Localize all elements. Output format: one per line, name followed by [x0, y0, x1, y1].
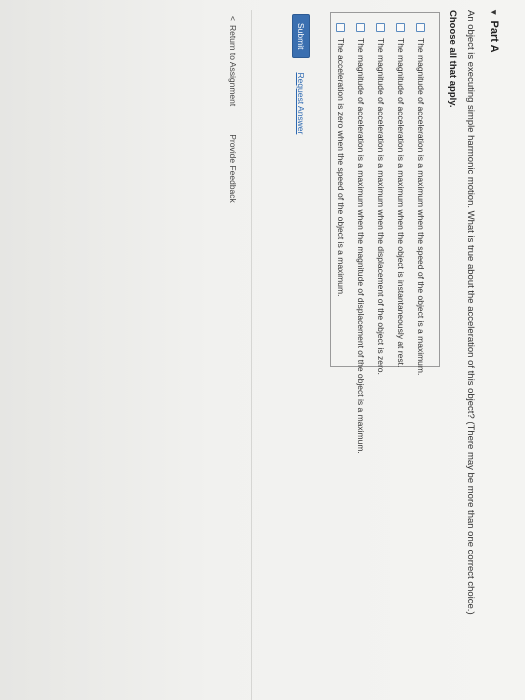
submit-row: Submit Request Answer	[292, 14, 310, 134]
assignment-page: ▾ Part A An object is executing simple h…	[200, 10, 500, 700]
choice-label: The magnitude of acceleration is a maxim…	[376, 38, 386, 375]
question-text: An object is executing simple harmonic m…	[465, 10, 476, 615]
collapse-caret-icon[interactable]: ▾	[489, 10, 500, 15]
chevron-left-icon: <	[228, 16, 238, 21]
footer-row: < Return to Assignment Provide Feedback	[228, 16, 238, 203]
choices-list: The magnitude of acceleration is a maxim…	[330, 12, 440, 454]
choice-item[interactable]: The acceleration is zero when the speed …	[331, 23, 351, 356]
part-header[interactable]: ▾ Part A	[488, 10, 500, 53]
choice-item[interactable]: The magnitude of acceleration is a maxim…	[391, 23, 411, 367]
checkbox-icon[interactable]	[416, 23, 426, 32]
checkbox-icon[interactable]	[356, 23, 366, 32]
checkbox-icon[interactable]	[396, 23, 406, 32]
choice-label: The magnitude of acceleration is a maxim…	[396, 38, 406, 368]
choice-label: The magnitude of acceleration is a maxim…	[356, 38, 366, 454]
choice-item[interactable]: The magnitude of acceleration is a maxim…	[351, 23, 371, 454]
request-answer-link[interactable]: Request Answer	[296, 72, 306, 134]
choice-label: The acceleration is zero when the speed …	[336, 38, 346, 297]
return-label: Return to Assignment	[228, 24, 238, 107]
submit-button[interactable]: Submit	[292, 14, 310, 59]
return-to-assignment-link[interactable]: < Return to Assignment	[228, 16, 238, 106]
footer-divider	[251, 10, 252, 700]
checkbox-icon[interactable]	[376, 23, 386, 32]
part-title: Part A	[488, 20, 500, 53]
instruction-text: Choose all that apply.	[447, 10, 458, 108]
checkbox-icon[interactable]	[336, 23, 346, 32]
choice-item[interactable]: The magnitude of acceleration is a maxim…	[411, 23, 431, 375]
screen-surface: ▾ Part A An object is executing simple h…	[0, 0, 525, 700]
choice-label: The magnitude of acceleration is a maxim…	[416, 38, 426, 376]
choice-item[interactable]: The magnitude of acceleration is a maxim…	[371, 23, 391, 375]
provide-feedback-link[interactable]: Provide Feedback	[228, 134, 238, 203]
